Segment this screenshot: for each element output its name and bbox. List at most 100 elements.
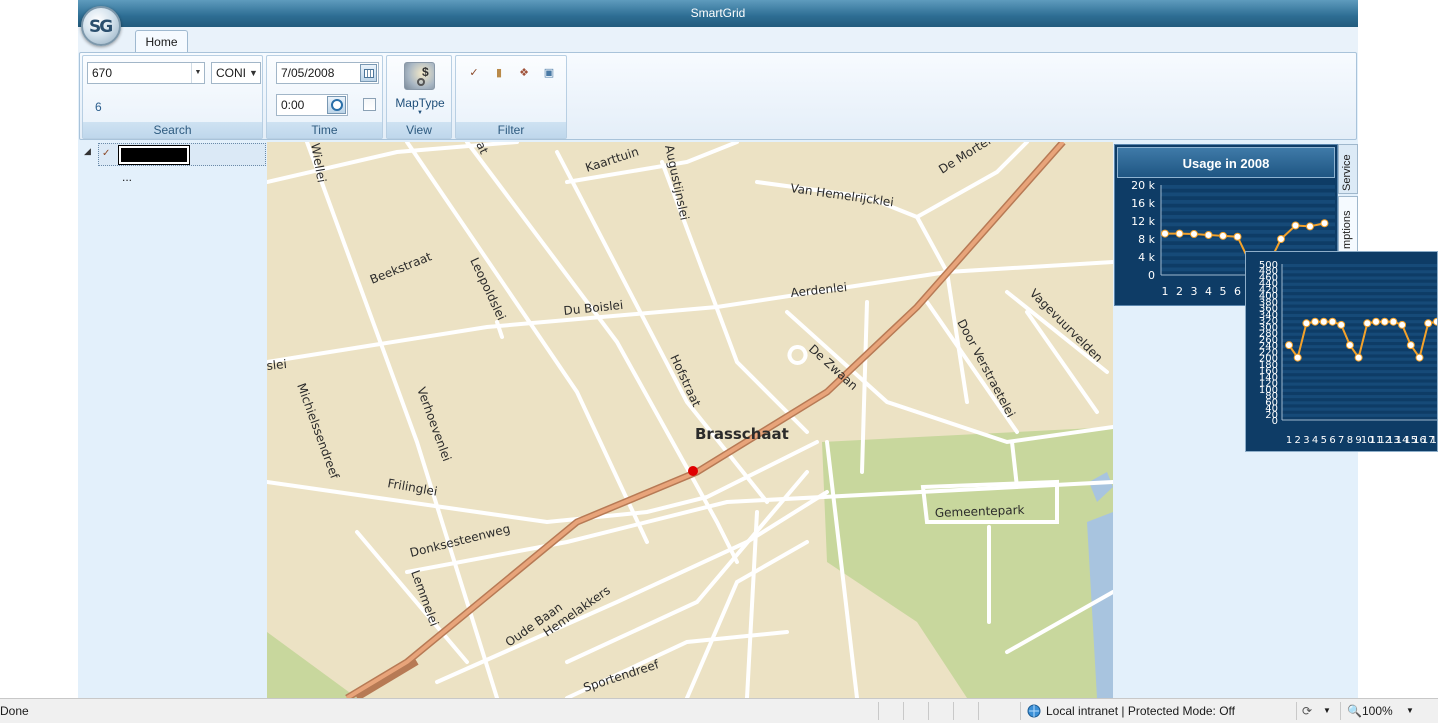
grid-band	[1282, 295, 1437, 299]
grid-band	[1282, 363, 1437, 367]
map-view[interactable]: Kaarttuin Augustijnslei Van Hemelrijckle…	[267, 142, 1113, 698]
grid-band	[1282, 270, 1437, 274]
data-point	[1380, 317, 1389, 326]
x-tick-label: 2	[1295, 435, 1301, 446]
maptype-button[interactable]: $ MapType ▼	[395, 58, 445, 118]
x-tick-label: 5	[1220, 285, 1227, 298]
tree-child-ellipsis[interactable]: ...	[122, 170, 132, 184]
clock-icon[interactable]	[327, 96, 346, 114]
tab-home[interactable]: Home	[135, 30, 188, 53]
chevron-down-icon[interactable]: ▼	[247, 63, 260, 83]
grid-band	[1282, 282, 1437, 286]
tab-consumptions[interactable]: mptions	[1338, 196, 1358, 254]
app-logo-button[interactable]: SG	[81, 6, 121, 46]
grid-band	[1282, 413, 1437, 417]
chevron-down-icon: ▼	[417, 110, 423, 116]
redacted-label	[118, 145, 190, 165]
view-group-label: View	[387, 122, 451, 138]
map-canvas[interactable]: Kaarttuin Augustijnslei Van Hemelrijckle…	[267, 142, 1113, 698]
grid-band	[1282, 288, 1437, 293]
grid-band	[1282, 338, 1437, 342]
time-checkbox[interactable]	[363, 98, 376, 111]
expand-triangle-icon[interactable]: ◢	[84, 146, 91, 157]
x-tick-label: 7	[1338, 435, 1344, 446]
search-mode-value: CONI	[216, 66, 246, 80]
chevron-down-icon[interactable]: ▼	[1406, 701, 1414, 721]
x-tick-label: 6	[1329, 435, 1335, 446]
view-group: $ MapType ▼ View	[386, 55, 452, 139]
time-picker[interactable]: 0:00	[276, 94, 348, 116]
data-point	[1337, 320, 1346, 329]
grid-band	[1161, 185, 1335, 189]
map-label: Beekstraat	[368, 249, 434, 287]
grid-band	[1282, 388, 1437, 392]
data-point	[1345, 341, 1354, 350]
data-point	[1293, 353, 1302, 362]
map-label: Door Verstraetelei	[954, 317, 1018, 420]
tab-service-label: Service	[1341, 154, 1353, 191]
meter-icon[interactable]: ✓	[467, 66, 481, 80]
detail-chart-popup[interactable]: 500 480 460 440 420 400 380 360 340 320 300 280 260 2…	[1245, 251, 1438, 452]
search-combo[interactable]: 670 ▼	[87, 62, 205, 84]
tab-service[interactable]: Service	[1338, 144, 1358, 194]
grid-band	[1282, 370, 1437, 374]
data-point	[1372, 317, 1380, 326]
x-tick-label: 1	[1162, 285, 1169, 298]
grid-band	[1161, 245, 1335, 249]
search-group-label: Search	[83, 122, 262, 138]
protected-mode-icon[interactable]: ⟳	[1302, 701, 1312, 721]
maptype-label: MapType	[395, 96, 445, 110]
search-mode-select[interactable]: CONI ▼	[211, 62, 261, 84]
grid-band	[1161, 200, 1335, 204]
data-point	[1424, 319, 1433, 328]
data-point	[1204, 230, 1213, 239]
detail-chart: 5004804604404204003803603403203002802602…	[1259, 260, 1437, 446]
chevron-down-icon[interactable]: ▼	[191, 63, 204, 83]
y-tick-label: 0	[1148, 269, 1155, 282]
park-area	[822, 427, 1113, 698]
grid-band	[1282, 395, 1437, 399]
zoom-level[interactable]: 100%	[1362, 701, 1393, 721]
y-tick-label: 0	[1272, 416, 1278, 427]
y-tick-label: 4 k	[1138, 251, 1155, 264]
map-label: slei	[267, 357, 288, 373]
location-marker[interactable]	[688, 466, 698, 476]
x-tick-label: 5	[1321, 435, 1327, 446]
asset-tree: ◢ ✓ ...	[78, 142, 267, 698]
highway-ramp	[355, 659, 419, 698]
grid-icon[interactable]: ❖	[517, 66, 531, 80]
data-point	[1291, 221, 1300, 230]
zoom-icon[interactable]: 🔍	[1347, 701, 1362, 721]
data-point	[1233, 232, 1242, 241]
grid-band	[1282, 313, 1437, 318]
map-label: Van Hemelrijcklei	[790, 181, 895, 209]
map-label: Wiellei	[308, 142, 329, 184]
tree-node-selected[interactable]: ✓	[98, 143, 266, 166]
x-tick-label: 4	[1312, 435, 1318, 446]
x-tick-label: 8	[1347, 435, 1353, 446]
filter-group: ✓ ▮ ❖ ▣ Filter	[455, 55, 567, 139]
x-tick-label: 3	[1191, 285, 1198, 298]
y-tick-label: 16 k	[1131, 197, 1155, 210]
date-picker[interactable]: 7/05/2008	[276, 62, 379, 84]
grid-band	[1282, 382, 1437, 386]
grid-band	[1282, 332, 1437, 336]
pole-icon[interactable]: ▮	[492, 66, 506, 80]
grid-band	[1282, 264, 1437, 268]
side-tab-strip: Service mptions	[1338, 144, 1358, 254]
ribbon-tab-strip: Home	[78, 27, 1358, 53]
data-point	[1406, 341, 1415, 350]
x-tick-label: 6	[1234, 285, 1241, 298]
time-group: 7/05/2008 0:00 Time	[266, 55, 383, 139]
data-point	[1175, 229, 1184, 238]
security-zone[interactable]: Local intranet | Protected Mode: Off	[1046, 701, 1235, 721]
data-point	[1389, 317, 1398, 326]
data-point	[1161, 229, 1169, 238]
date-value: 7/05/2008	[281, 66, 335, 80]
meter-icon: ✓	[102, 148, 111, 159]
chevron-down-icon[interactable]: ▼	[1323, 701, 1331, 721]
transformer-icon[interactable]: ▣	[542, 66, 556, 80]
y-tick-label: 20 k	[1131, 179, 1155, 192]
park-area	[267, 632, 357, 698]
calendar-icon[interactable]	[360, 64, 377, 82]
